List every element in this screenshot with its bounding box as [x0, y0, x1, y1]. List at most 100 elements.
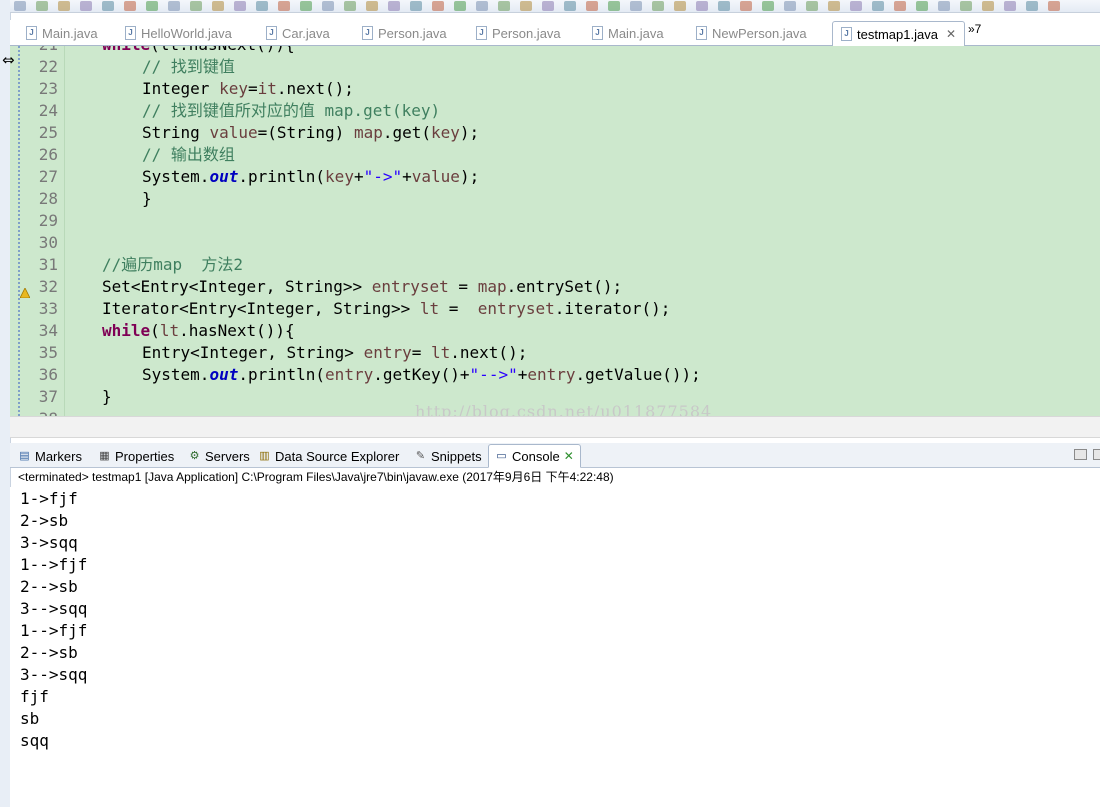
toolbar-icon[interactable]	[146, 1, 158, 11]
toolbar-icon[interactable]	[58, 1, 70, 11]
code-token: (lt.hasNext()){	[150, 46, 295, 54]
code-token: //遍历map 方法2	[102, 255, 244, 274]
tab-servers[interactable]: ⚙ Servers	[188, 446, 250, 466]
toolbar-icon[interactable]	[1004, 1, 1016, 11]
tab-overflow-button[interactable]: »7	[968, 22, 981, 36]
toolbar-icon[interactable]	[388, 1, 400, 11]
code-text: // 找到键值	[142, 56, 235, 78]
warning-icon[interactable]	[19, 282, 31, 299]
code-token: Iterator<Entry<Integer, String>>	[102, 299, 420, 318]
toolbar-icon[interactable]	[476, 1, 488, 11]
toolbar-icon[interactable]	[916, 1, 928, 11]
close-icon[interactable]: ✕	[564, 449, 574, 463]
tab-data-source-explorer[interactable]: ▥ Data Source Explorer	[258, 446, 399, 466]
tab-newperson-java[interactable]: J NewPerson.java	[696, 22, 807, 44]
tab-main-java[interactable]: J Main.java	[26, 22, 98, 44]
close-icon[interactable]: ✕	[946, 27, 956, 41]
code-token: }	[102, 387, 112, 406]
code-text: while(lt.hasNext()){	[102, 320, 295, 342]
toolbar-icon[interactable]	[740, 1, 752, 11]
code-line: 37}	[10, 386, 1100, 408]
code-line: 25 String value=(String) map.get(key);	[10, 122, 1100, 144]
toolbar-icon[interactable]	[828, 1, 840, 11]
toolbar-icon[interactable]	[718, 1, 730, 11]
toolbar-icon[interactable]	[762, 1, 774, 11]
toolbar-icon[interactable]	[432, 1, 444, 11]
toolbar-icon[interactable]	[344, 1, 356, 11]
tab-console[interactable]: ▭ Console ✕	[488, 444, 581, 468]
toolbar-icon[interactable]	[124, 1, 136, 11]
code-token: =	[411, 343, 431, 362]
toolbar-icon[interactable]	[1026, 1, 1038, 11]
code-token: while	[102, 46, 150, 54]
markers-icon: ▤	[19, 450, 30, 462]
toolbar-icon[interactable]	[674, 1, 686, 11]
console-line: 1-->fjf	[20, 621, 88, 640]
toolbar-icon[interactable]	[806, 1, 818, 11]
toolbar-icon[interactable]	[894, 1, 906, 11]
toolbar-icon[interactable]	[564, 1, 576, 11]
horizontal-scrollbar[interactable]	[10, 416, 1100, 438]
console-output[interactable]: 1->fjf 2->sb 3->sqq 1-->fjf 2-->sb 3-->sqq 1--…	[10, 487, 1100, 807]
toolbar-icon[interactable]	[630, 1, 642, 11]
code-token: lt	[419, 299, 440, 318]
console-line: 1-->fjf	[20, 555, 88, 574]
code-text: Integer key=it.next();	[142, 78, 354, 100]
toolbar-icon[interactable]	[960, 1, 972, 11]
toolbar-icon[interactable]	[652, 1, 664, 11]
tab-markers[interactable]: ▤ Markers	[18, 446, 82, 466]
toolbar-icon[interactable]	[696, 1, 708, 11]
toolbar-icon[interactable]	[190, 1, 202, 11]
tab-helloworld-java[interactable]: J HelloWorld.java	[125, 22, 232, 44]
code-token: // 输出数组	[142, 145, 235, 164]
toolbar-icon[interactable]	[322, 1, 334, 11]
toolbar-icon[interactable]	[850, 1, 862, 11]
tab-person-java-2[interactable]: J Person.java	[476, 22, 561, 44]
toolbar-icon[interactable]	[982, 1, 994, 11]
code-editor[interactable]: http://blog.csdn.net/u011877584 21while(…	[10, 46, 1100, 416]
tab-car-java[interactable]: J Car.java	[266, 22, 330, 44]
toolbar-icon[interactable]	[234, 1, 246, 11]
console-line: 2-->sb	[20, 577, 78, 596]
toolbar-icon[interactable]	[498, 1, 510, 11]
toolbar-icon[interactable]	[784, 1, 796, 11]
toolbar-icon[interactable]	[454, 1, 466, 11]
code-line: 35 Entry<Integer, String> entry= lt.next(…	[10, 342, 1100, 364]
console-line: 2->sb	[20, 511, 69, 530]
console-line: 3-->sqq	[20, 665, 88, 684]
line-number: 26	[38, 145, 58, 164]
toolbar-icon[interactable]	[1048, 1, 1060, 11]
tab-testmap1-java[interactable]: Jtestmap1.java ✕	[832, 21, 965, 47]
toolbar-icon[interactable]	[608, 1, 620, 11]
code-text: System.out.println(entry.getKey()+"-->"+…	[142, 364, 701, 386]
toolbar-icon[interactable]	[300, 1, 312, 11]
toolbar-icon[interactable]	[938, 1, 950, 11]
toolbar-icon[interactable]	[36, 1, 48, 11]
tab-main-java-2[interactable]: J Main.java	[592, 22, 664, 44]
toolbar-icon[interactable]	[366, 1, 378, 11]
java-file-icon: J	[476, 26, 487, 40]
toolbar-icon[interactable]	[212, 1, 224, 11]
toolbar-icon[interactable]	[102, 1, 114, 11]
minimize-button[interactable]	[1074, 449, 1087, 460]
toolbar-icon[interactable]	[80, 1, 92, 11]
code-token: value	[411, 167, 460, 186]
tab-properties[interactable]: ▦ Properties	[98, 446, 174, 466]
toolbar-icon[interactable]	[168, 1, 180, 11]
tab-person-java[interactable]: J Person.java	[362, 22, 447, 44]
toolbar-icon[interactable]	[278, 1, 290, 11]
toolbar-icon[interactable]	[256, 1, 268, 11]
code-token: (	[150, 321, 160, 340]
code-line: 34 while(lt.hasNext()){	[10, 320, 1100, 342]
tab-snippets[interactable]: ✎ Snippets	[414, 446, 482, 466]
toolbar-icon[interactable]	[586, 1, 598, 11]
code-token: System.	[142, 167, 210, 186]
maximize-button[interactable]	[1093, 449, 1100, 460]
line-number: 38	[30, 408, 58, 416]
toolbar-icon[interactable]	[872, 1, 884, 11]
toolbar-icon[interactable]	[14, 1, 26, 11]
toolbar-icon[interactable]	[520, 1, 532, 11]
code-text: while(lt.hasNext()){	[102, 46, 295, 56]
toolbar-icon[interactable]	[410, 1, 422, 11]
toolbar-icon[interactable]	[542, 1, 554, 11]
